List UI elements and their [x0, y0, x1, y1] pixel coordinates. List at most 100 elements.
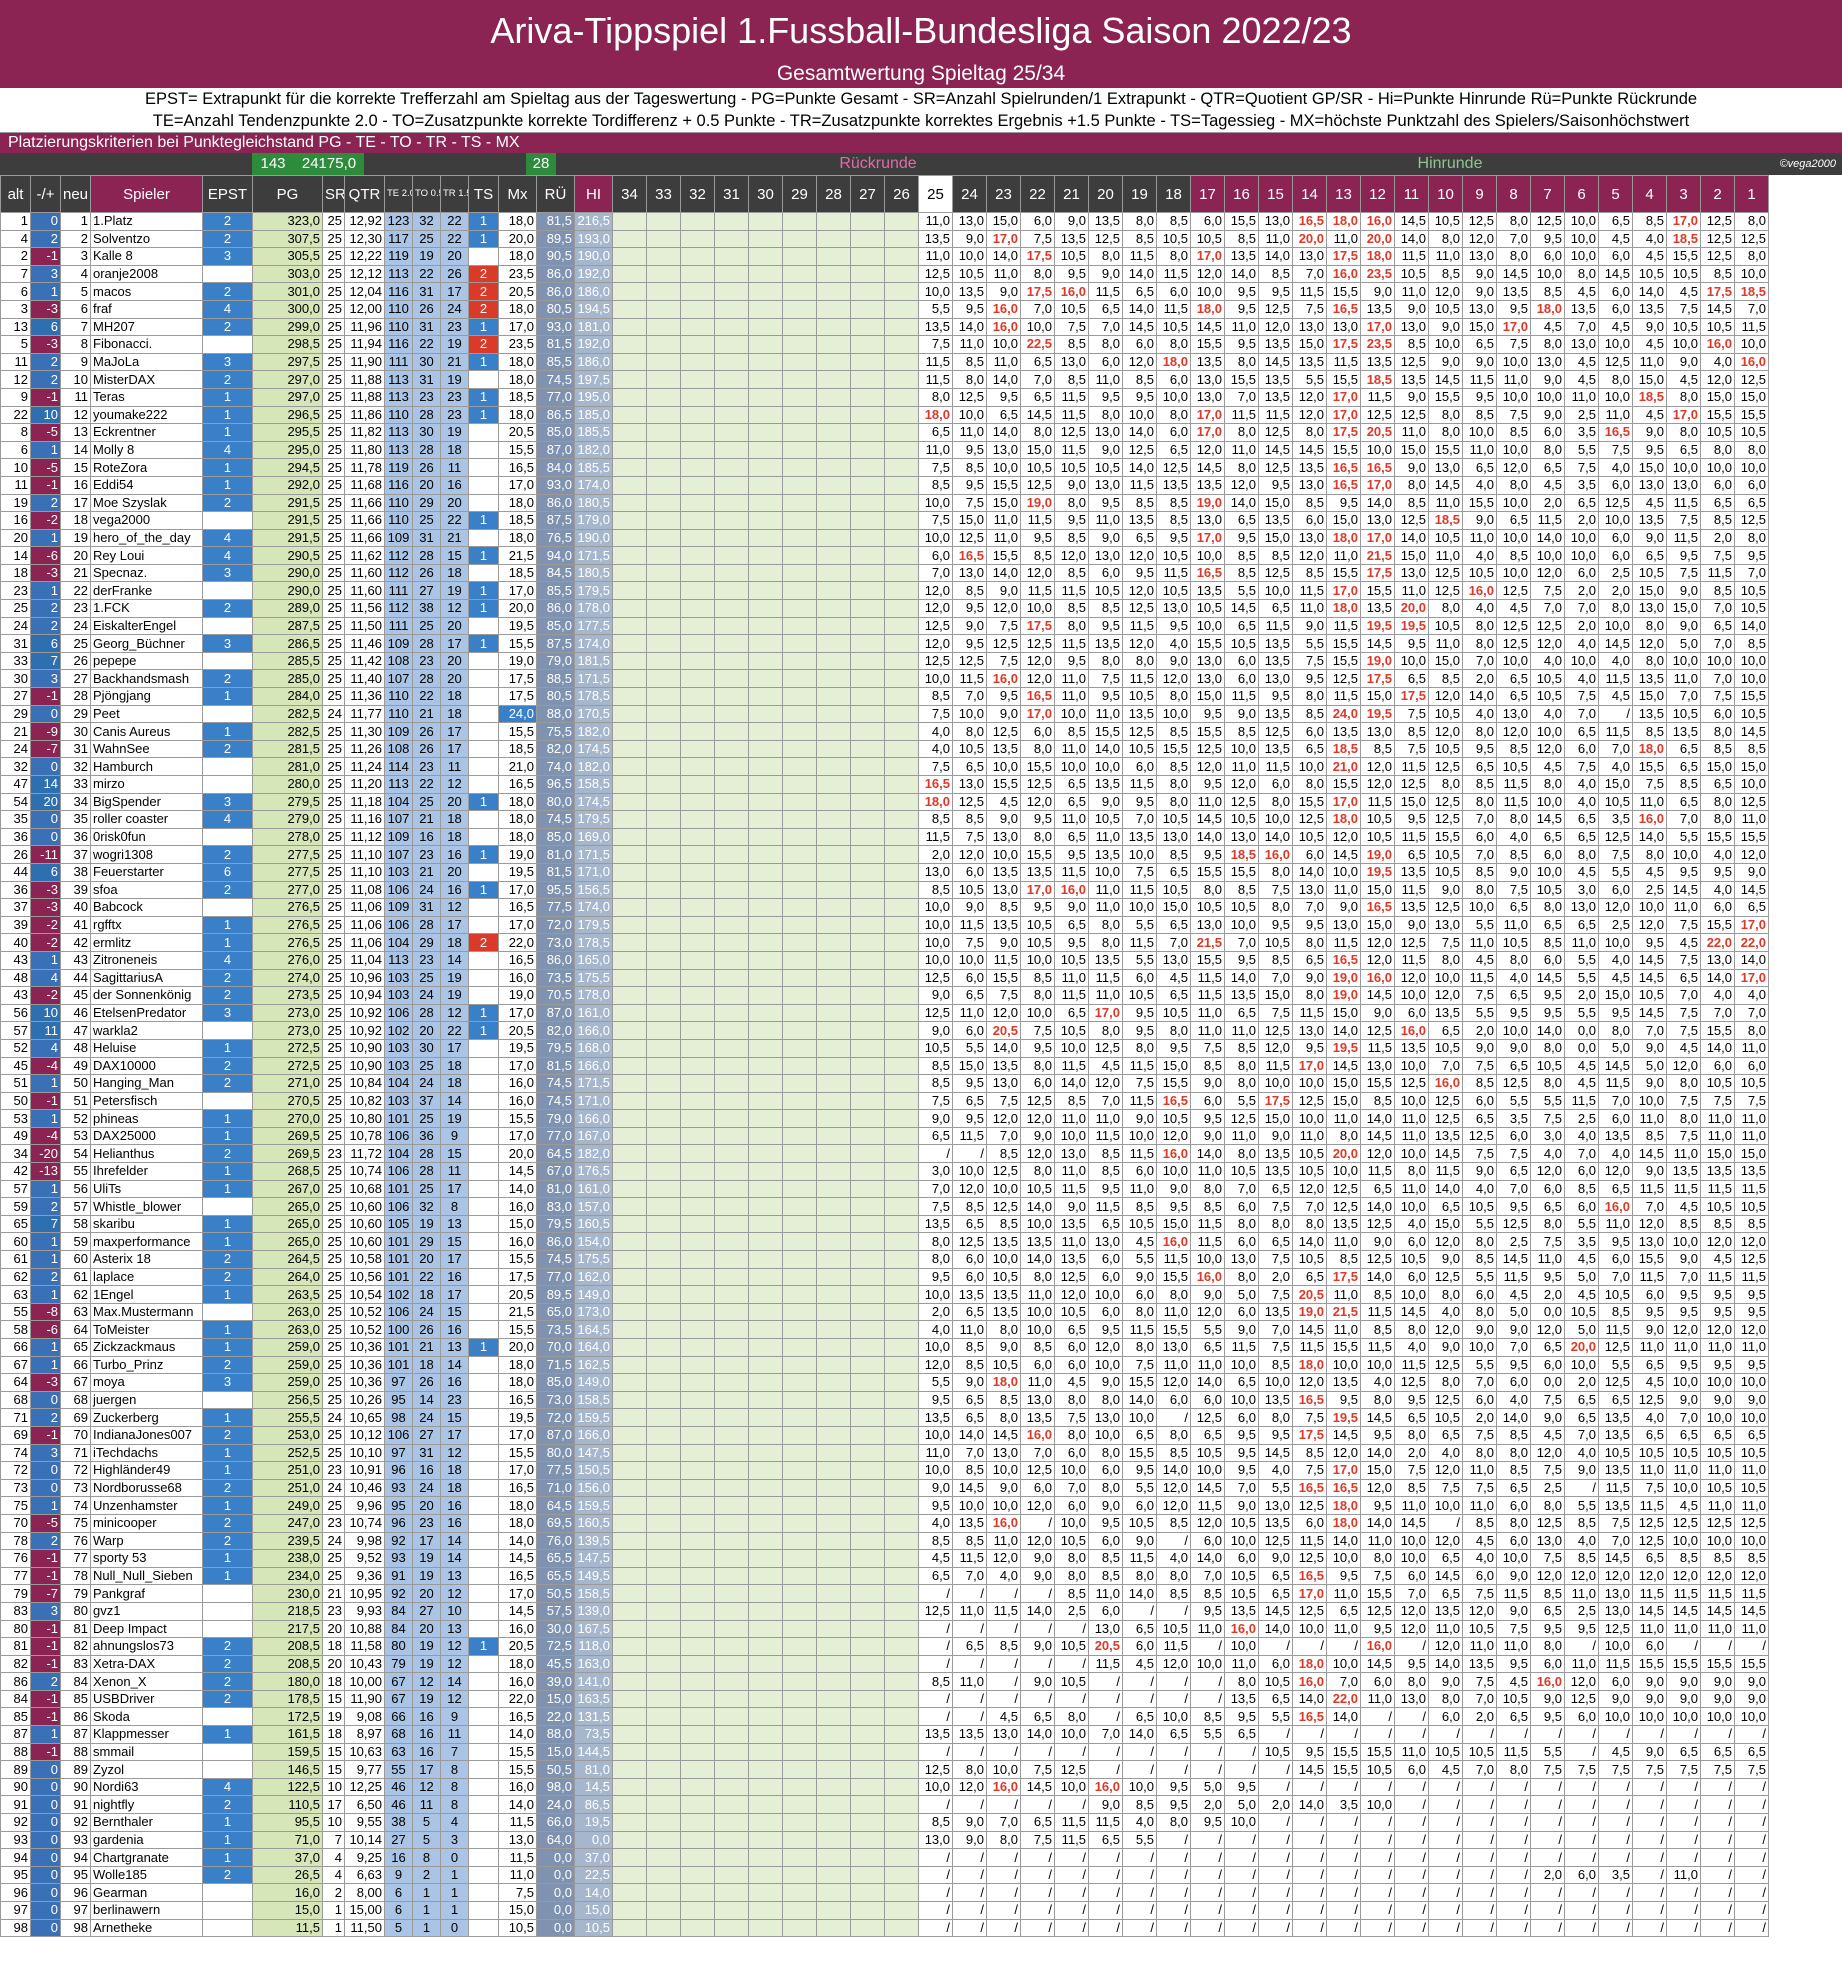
matchday-score: 15,0 — [1598, 986, 1633, 1005]
matchday-score: 19,5 — [1360, 862, 1395, 882]
tendency-points: 102 — [384, 1021, 413, 1040]
tendency-points: 123 — [384, 212, 413, 231]
matchday-score: 11,5 — [1054, 1813, 1089, 1832]
matchday-score: 13,5 — [1734, 1162, 1769, 1181]
matchday-score: 14,5 — [1258, 440, 1293, 460]
matchday-score: 9,0 — [1496, 1601, 1531, 1621]
rounds-played: 18 — [322, 1672, 345, 1691]
max-points: 19,0 — [498, 986, 537, 1005]
max-points: 20,5 — [498, 282, 537, 301]
matchday-score: 2,5 — [1598, 915, 1633, 935]
future-matchday-cell — [816, 1883, 851, 1902]
future-matchday-cell — [714, 1760, 749, 1779]
future-matchday-cell — [850, 1038, 885, 1058]
matchday-score: 7,5 — [1564, 458, 1599, 477]
player-name: minicooper — [90, 1513, 203, 1533]
tendency-points: 101 — [384, 1250, 413, 1269]
future-matchday-cell — [748, 827, 783, 847]
matchday-score: 4,5 — [1632, 405, 1667, 425]
future-matchday-cell — [884, 651, 919, 671]
matchday-score: 11,0 — [1462, 1461, 1497, 1480]
hinrunde-points: 81,0 — [574, 1760, 613, 1779]
matchday-score: 16,5 — [1292, 1478, 1327, 1498]
matchday-score: 7,5 — [1530, 1760, 1565, 1779]
matchday-score: 15,0 — [1156, 1214, 1191, 1234]
hinrunde-points: 156,0 — [574, 1478, 613, 1498]
matchday-score: 18,0 — [1632, 739, 1667, 759]
day-wins — [468, 1197, 499, 1216]
future-matchday-cell — [748, 299, 783, 319]
rank-change: 0 — [30, 704, 61, 724]
future-matchday-cell — [680, 599, 715, 618]
rueckrunde-points: 87,0 — [536, 440, 575, 460]
old-rank: 42 — [0, 1162, 31, 1181]
matchday-score: 6,5 — [1734, 1742, 1769, 1762]
matchday-score: 6,0 — [1122, 1162, 1157, 1181]
matchday-score: 4,0 — [1700, 352, 1735, 372]
tendency-points: 95 — [384, 1496, 413, 1515]
rueckrunde-points: 45,5 — [536, 1654, 575, 1674]
matchday-score: 18,0 — [1326, 1496, 1361, 1515]
future-matchday-cell — [884, 317, 919, 337]
matchday-score: 6,0 — [1462, 1390, 1497, 1410]
future-matchday-cell — [748, 1707, 783, 1727]
goal-diff-points: 25 — [412, 968, 441, 988]
matchday-score: 6,5 — [1700, 1742, 1735, 1762]
future-matchday-cell — [646, 1144, 681, 1164]
future-matchday-cell — [816, 933, 851, 952]
matchday-score: 4,0 — [1700, 880, 1735, 900]
old-rank: 52 — [0, 1038, 31, 1058]
matchday-score: 8,5 — [1054, 335, 1089, 354]
future-matchday-cell — [884, 1003, 919, 1023]
exact-result-points: 11 — [440, 1162, 469, 1181]
matchday-score: 6,5 — [1496, 1162, 1531, 1181]
future-matchday-cell — [782, 898, 817, 917]
matchday-score: 12,0 — [1190, 264, 1225, 284]
matchday-score: 11,0 — [1462, 1496, 1497, 1515]
future-matchday-cell — [646, 1725, 681, 1744]
player-name: Chartgranate — [90, 1848, 203, 1867]
matchday-score: 14,0 — [986, 563, 1021, 583]
matchday-score: 15,5 — [1292, 792, 1327, 812]
matchday-score: / — [1598, 1725, 1633, 1744]
future-matchday-cell — [782, 1197, 817, 1216]
future-matchday-cell — [646, 1619, 681, 1639]
future-matchday-cell — [646, 299, 681, 319]
epst-value: 1 — [202, 1566, 253, 1586]
matchday-score: 14,5 — [1734, 722, 1769, 741]
matchday-score: 8,5 — [918, 1074, 953, 1093]
day-wins — [468, 1672, 499, 1691]
matchday-score: 6,5 — [1700, 1425, 1735, 1445]
matchday-score: 11,0 — [1258, 229, 1293, 249]
matchday-score: 9,5 — [1462, 739, 1497, 759]
matchday-score: 15,0 — [1020, 440, 1055, 460]
max-points: 18,0 — [498, 1355, 537, 1375]
future-matchday-cell — [782, 546, 817, 565]
max-points: 18,0 — [498, 299, 537, 319]
future-matchday-cell — [850, 634, 885, 653]
future-matchday-cell — [782, 1056, 817, 1076]
matchday-score: / — [1088, 1672, 1123, 1691]
points-total: 298,5 — [252, 335, 323, 354]
goal-diff-points: 30 — [412, 423, 441, 442]
matchday-score: / — [1530, 1813, 1565, 1832]
matchday-score: 13,5 — [1258, 387, 1293, 407]
quotient: 9,98 — [344, 1531, 385, 1551]
future-matchday-cell — [714, 1883, 749, 1902]
future-matchday-cell — [850, 475, 885, 495]
matchday-score: 11,5 — [1054, 1056, 1089, 1076]
future-matchday-cell — [646, 1531, 681, 1551]
matchday-score: 0,0 — [1530, 1302, 1565, 1322]
matchday-score: 6,0 — [952, 862, 987, 882]
rounds-played: 25 — [322, 229, 345, 249]
matchday-score: 6,5 — [1564, 1390, 1599, 1410]
matchday-score: 7,5 — [918, 458, 953, 477]
matchday-score: 15,0 — [1326, 1091, 1361, 1111]
matchday-score: 6,0 — [1190, 1390, 1225, 1410]
matchday-score: 8,0 — [1020, 986, 1055, 1005]
future-matchday-cell — [884, 1707, 919, 1727]
future-matchday-cell — [714, 1584, 749, 1603]
matchday-score: 6,0 — [1088, 1267, 1123, 1287]
future-matchday-cell — [884, 229, 919, 249]
matchday-score: 10,5 — [1598, 1443, 1633, 1463]
